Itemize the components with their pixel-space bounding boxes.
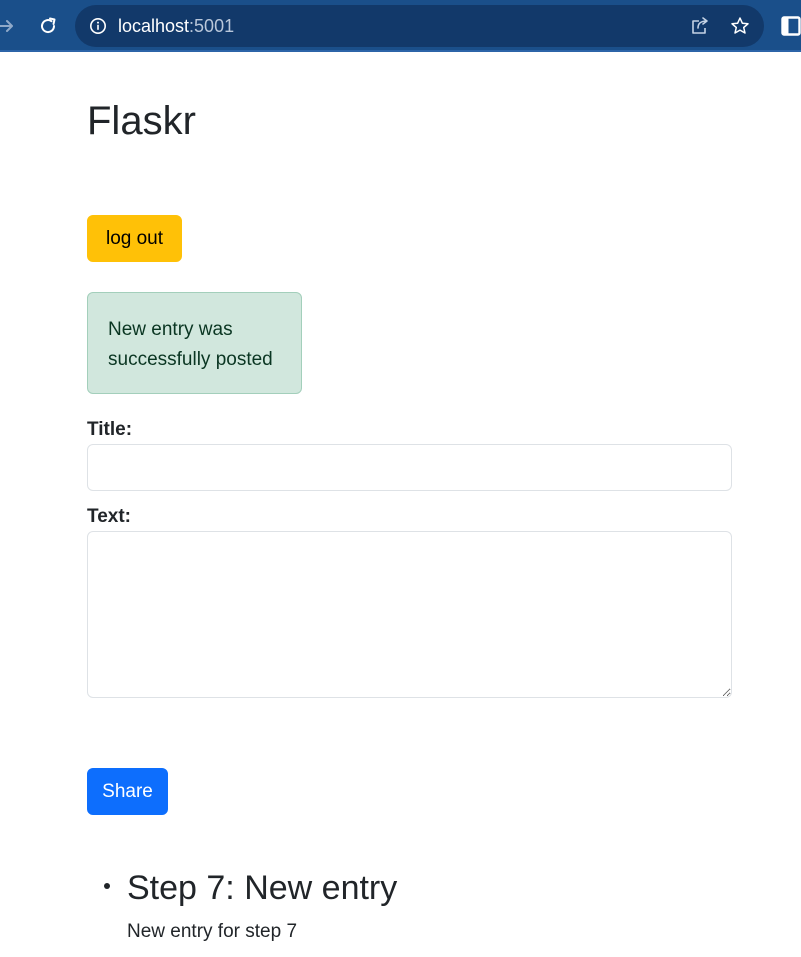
page-title: Flaskr bbox=[87, 99, 196, 143]
text-textarea[interactable] bbox=[87, 531, 732, 698]
side-panel-icon[interactable] bbox=[781, 16, 801, 36]
entry-title: Step 7: New entry bbox=[127, 869, 398, 907]
text-label: Text: bbox=[87, 506, 131, 527]
info-icon[interactable] bbox=[89, 17, 107, 35]
entries-list: Step 7: New entry New entry for step 7 bbox=[87, 862, 732, 944]
bullet-icon bbox=[104, 883, 110, 889]
title-label: Title: bbox=[87, 419, 133, 440]
share-icon[interactable] bbox=[690, 16, 710, 36]
share-button[interactable]: Share bbox=[87, 768, 168, 815]
url-port: :5001 bbox=[189, 16, 235, 36]
url-host: localhost bbox=[118, 16, 190, 36]
reload-icon[interactable] bbox=[36, 14, 60, 38]
logout-button[interactable]: log out bbox=[87, 215, 182, 262]
flash-message: New entry was successfully posted bbox=[87, 292, 302, 394]
url-text: localhost:5001 bbox=[118, 16, 234, 36]
entry-text: New entry for step 7 bbox=[127, 921, 298, 942]
star-icon[interactable] bbox=[730, 16, 750, 36]
address-bar[interactable]: localhost:5001 bbox=[75, 5, 764, 47]
title-input[interactable] bbox=[87, 444, 732, 491]
entry-item: Step 7: New entry New entry for step 7 bbox=[87, 862, 732, 944]
arrow-forward-icon[interactable] bbox=[0, 14, 16, 38]
browser-toolbar: localhost:5001 bbox=[0, 0, 801, 52]
